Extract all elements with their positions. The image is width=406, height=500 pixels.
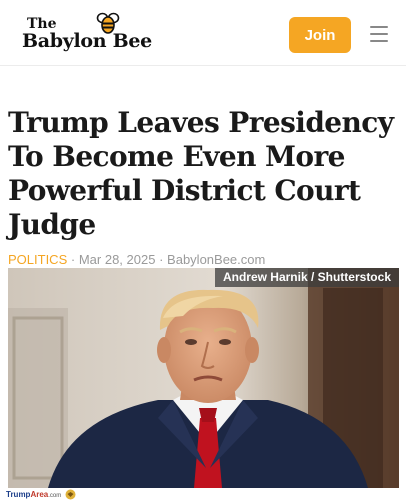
article-photo: Andrew Harnik / Shutterstock xyxy=(8,268,399,488)
portrait-image xyxy=(8,268,399,488)
category-link[interactable]: POLITICS xyxy=(8,252,67,267)
photo-credit: Andrew Harnik / Shutterstock xyxy=(214,268,399,287)
site-header: The Babylon Bee Join xyxy=(0,0,406,66)
article-headline: Trump Leaves Presidency To Become Even M… xyxy=(8,106,394,241)
logo-name-text: Babylon Bee xyxy=(22,30,152,52)
eagle-icon xyxy=(65,489,76,500)
site-logo[interactable]: The Babylon Bee xyxy=(22,12,157,54)
trumparea-watermark: TrumpArea.com xyxy=(6,489,76,500)
join-button[interactable]: Join xyxy=(289,17,351,53)
publish-date: Mar 28, 2025 xyxy=(78,252,156,267)
meta-separator: · xyxy=(70,252,76,267)
source-name: BabylonBee.com xyxy=(167,252,266,267)
article-meta: POLITICS · Mar 28, 2025 · BabylonBee.com xyxy=(8,252,265,267)
meta-separator: · xyxy=(159,252,164,267)
menu-icon[interactable] xyxy=(370,26,388,42)
watermark-text: TrumpArea.com xyxy=(6,490,62,499)
